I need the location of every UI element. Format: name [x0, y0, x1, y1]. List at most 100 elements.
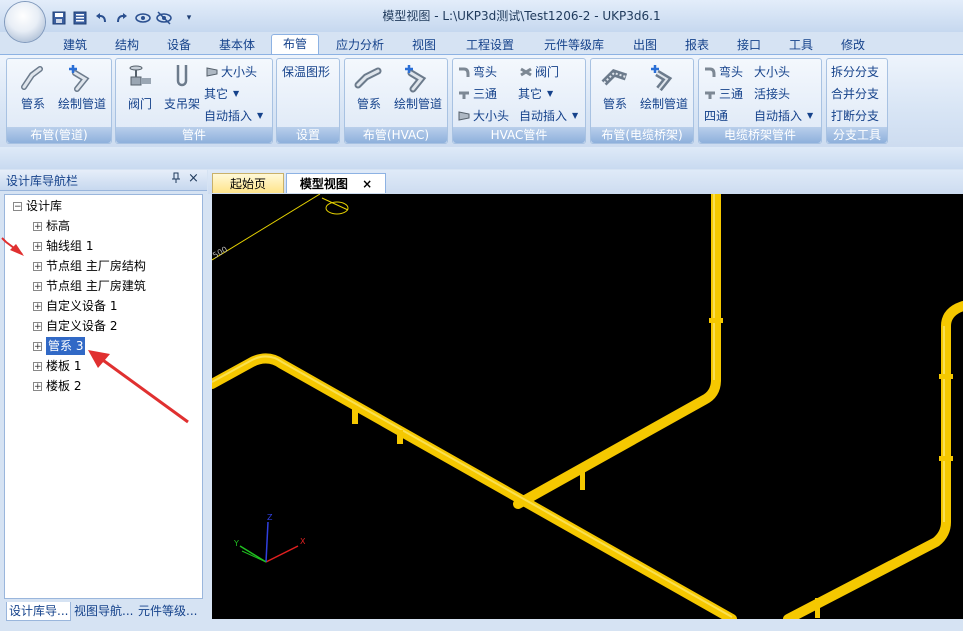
tee-icon	[459, 91, 469, 99]
tee-icon	[705, 91, 715, 99]
tab-model-view[interactable]: 模型视图 ×	[286, 173, 386, 193]
tab-interface[interactable]: 接口	[730, 36, 768, 54]
axis-z-label: Z	[267, 513, 273, 522]
dropdown-icon[interactable]: ▾	[184, 9, 194, 27]
save-all-icon[interactable]	[71, 9, 89, 27]
hvac-draw-pipe-button[interactable]: 绘制管道	[391, 63, 445, 112]
chevron-down-icon: ▼	[572, 111, 579, 120]
draw-pipe-icon	[651, 65, 673, 92]
support-hanger-icon	[176, 65, 188, 87]
group-label: 分支工具	[827, 127, 887, 143]
group-piping-cable-tray: 管系 绘制管道 布管(电缆桥架)	[590, 58, 694, 144]
group-piping-hvac: 管系 绘制管道 布管(HVAC)	[344, 58, 448, 144]
other-fittings-dropdown[interactable]: 其它 ▼	[204, 85, 239, 103]
tab-piping[interactable]: 布管	[271, 34, 319, 55]
tray-auto-insert-dropdown[interactable]: 自动插入 ▼	[754, 107, 813, 125]
reducer-icon	[458, 111, 470, 121]
draw-pipe-button[interactable]: 绘制管道	[55, 63, 109, 112]
support-hanger-button[interactable]: 支吊架	[160, 63, 204, 112]
model-viewport[interactable]: 500 X Y Z	[207, 189, 963, 624]
eye-hide-icon[interactable]	[155, 9, 173, 27]
toolbar-strip	[0, 147, 963, 169]
cable-tray-pipe-system-button[interactable]: 管系	[593, 63, 637, 112]
dimension-label: 500	[212, 245, 229, 260]
tab-tools[interactable]: 工具	[782, 36, 820, 54]
tab-modify[interactable]: 修改	[834, 36, 872, 54]
axis-x-label: X	[300, 537, 306, 546]
insulation-graphic-button[interactable]: 保温图形	[282, 63, 330, 81]
status-strip	[208, 619, 963, 631]
panel-bottom-tabs: 设计库导... 视图导航... 元件等级...	[4, 600, 204, 622]
pipe-system-icon	[21, 66, 43, 90]
group-label: 电缆桥架管件	[699, 127, 821, 143]
draw-pipe-icon	[69, 65, 90, 92]
tab-view-navigator[interactable]: 视图导航...	[74, 602, 133, 620]
axis-gizmo: X Y Z	[233, 513, 306, 563]
quick-access-toolbar: ▾	[50, 8, 194, 28]
eye-icon[interactable]	[134, 9, 152, 27]
group-label: 布管(HVAC)	[345, 127, 447, 143]
model-canvas[interactable]: 500 X Y Z	[207, 189, 963, 624]
elbow-icon	[459, 67, 470, 77]
tray-union-button[interactable]: 活接头	[754, 85, 790, 103]
elbow-icon	[705, 67, 716, 77]
hvac-elbow-button[interactable]: 弯头	[458, 63, 497, 81]
hvac-pipe-system-button[interactable]: 管系	[347, 63, 391, 112]
pipe-system-button[interactable]: 管系	[11, 63, 55, 112]
tab-project-settings[interactable]: 工程设置	[458, 36, 522, 54]
tab-component-library[interactable]: 元件等级库	[536, 36, 612, 54]
tray-tee-button[interactable]: 三通	[704, 85, 743, 103]
tab-stress-analysis[interactable]: 应力分析	[330, 36, 390, 54]
group-piping: 管系 绘制管道 布管(管道)	[6, 58, 112, 144]
chevron-down-icon: ▼	[547, 89, 554, 98]
group-label: 设置	[277, 127, 339, 143]
break-branch-button[interactable]: 打断分支	[831, 107, 879, 125]
draw-pipe-icon	[405, 65, 427, 93]
cable-tray-draw-button[interactable]: 绘制管道	[637, 63, 691, 112]
annotation-arrows	[1, 237, 189, 424]
tab-equipment[interactable]: 设备	[160, 36, 198, 54]
hvac-auto-insert-dropdown[interactable]: 自动插入 ▼	[519, 107, 578, 125]
hvac-tee-button[interactable]: 三通	[458, 85, 497, 103]
group-label: 布管(电缆桥架)	[591, 127, 693, 143]
tab-structure[interactable]: 结构	[108, 36, 146, 54]
redo-icon[interactable]	[113, 9, 131, 27]
tray-reducer-button[interactable]: 大小头	[754, 63, 790, 81]
chevron-down-icon: ▼	[257, 111, 264, 120]
valve-icon	[129, 65, 151, 86]
group-fittings: 阀门 支吊架 大小头 其它 ▼ 自动插入 ▼ 管件	[115, 58, 273, 144]
reducer-button[interactable]: 大小头	[206, 63, 257, 81]
undo-icon[interactable]	[92, 9, 110, 27]
cable-tray-icon	[601, 68, 628, 86]
tab-component-grade[interactable]: 元件等级...	[138, 602, 197, 620]
chevron-down-icon: ▼	[807, 111, 814, 120]
tab-view[interactable]: 视图	[404, 36, 444, 54]
tray-elbow-button[interactable]: 弯头	[704, 63, 743, 81]
tab-primitives[interactable]: 基本体	[212, 36, 262, 54]
tab-architecture[interactable]: 建筑	[56, 36, 94, 54]
hvac-valve-button[interactable]: 阀门	[520, 63, 559, 81]
tray-cross-button[interactable]: 四通	[704, 107, 728, 125]
group-label: HVAC管件	[453, 127, 585, 143]
valve-icon	[520, 67, 532, 77]
tab-reports[interactable]: 报表	[678, 36, 716, 54]
auto-insert-dropdown[interactable]: 自动插入 ▼	[204, 107, 263, 125]
tab-drawing[interactable]: 出图	[626, 36, 664, 54]
tab-start-page[interactable]: 起始页	[212, 173, 284, 193]
split-branch-button[interactable]: 拆分分支	[831, 63, 879, 81]
document-tabs: 起始页 模型视图 ×	[208, 170, 963, 194]
valve-button[interactable]: 阀门	[118, 63, 162, 112]
close-icon[interactable]: ×	[362, 177, 372, 191]
hvac-other-dropdown[interactable]: 其它 ▼	[518, 85, 553, 103]
ribbon-tabs: 建筑 结构 设备 基本体 布管 应力分析 视图 工程设置 元件等级库 出图 报表…	[0, 32, 963, 55]
group-cable-tray-fittings: 弯头 大小头 三通 活接头 四通 自动插入 ▼ 电缆桥架管件	[698, 58, 822, 144]
group-label: 布管(管道)	[7, 127, 111, 143]
group-branch-tools: 拆分分支 合并分支 打断分支 分支工具	[826, 58, 888, 144]
dimension-line	[211, 193, 321, 261]
save-icon[interactable]	[50, 9, 68, 27]
merge-branch-button[interactable]: 合并分支	[831, 85, 879, 103]
tab-design-library[interactable]: 设计库导...	[6, 602, 72, 621]
hvac-reducer-button[interactable]: 大小头	[458, 107, 509, 125]
app-menu-button[interactable]	[5, 2, 45, 42]
pipe-system-3[interactable]	[207, 189, 963, 624]
